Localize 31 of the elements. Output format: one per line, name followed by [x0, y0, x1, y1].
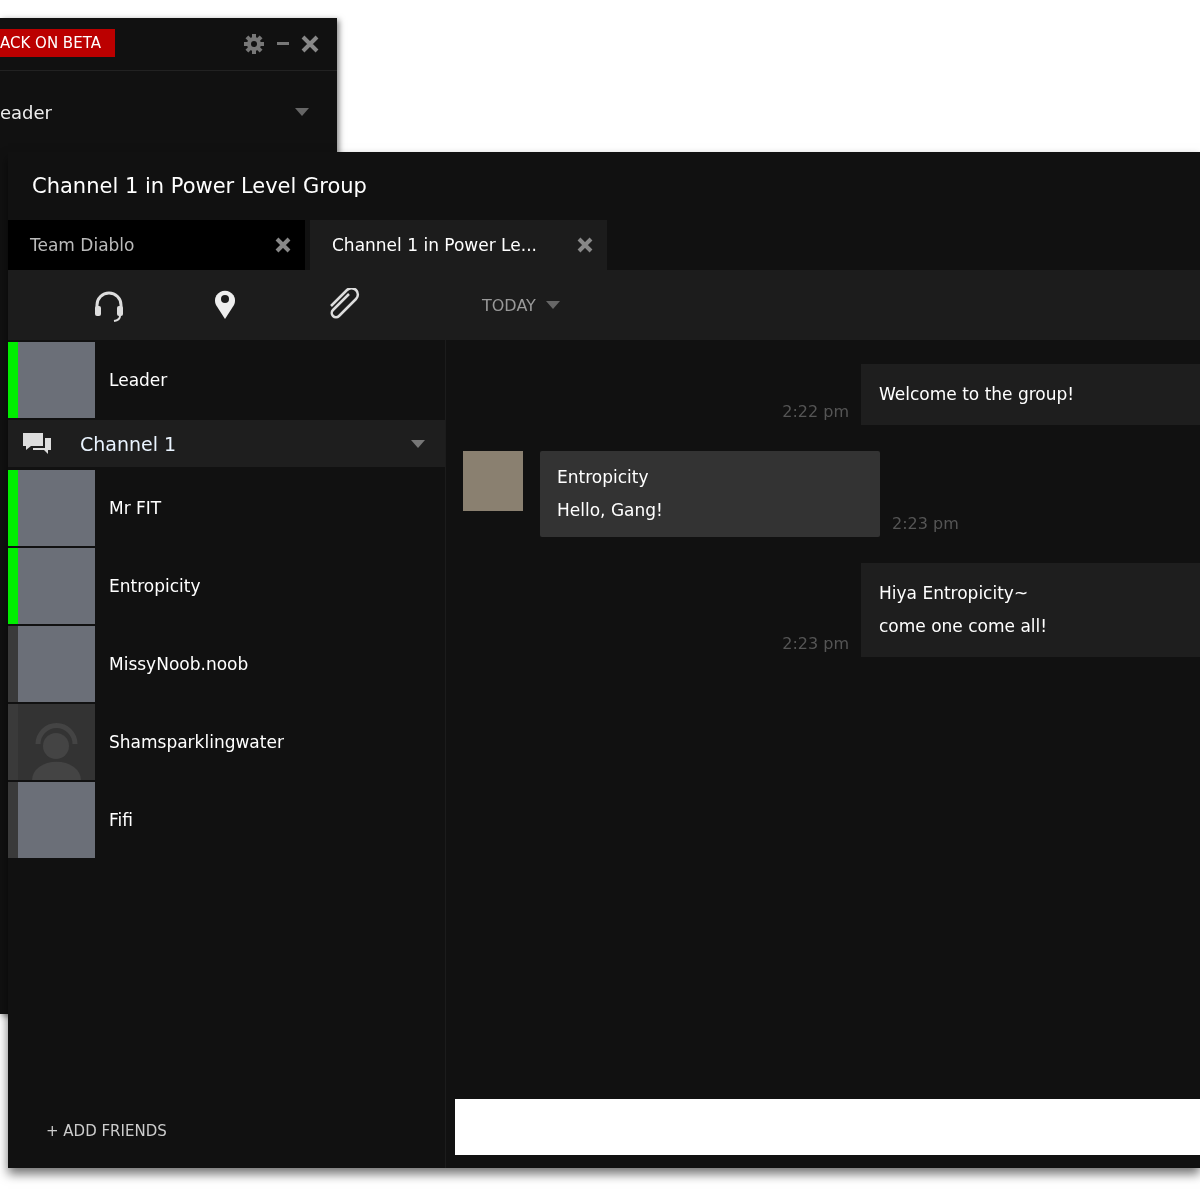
add-friends-link[interactable]: + ADD FRIENDS [46, 1122, 445, 1140]
location-pin-icon[interactable] [213, 288, 238, 320]
close-icon[interactable] [301, 35, 319, 53]
close-icon[interactable] [275, 237, 291, 253]
member-name[interactable]: Leader [109, 370, 168, 390]
caret-icon[interactable] [295, 108, 309, 116]
window-title: Channel 1 in Power Level Group [32, 174, 367, 198]
beta-badge: ACK ON BETA [0, 29, 115, 57]
chat-bubbles-icon [22, 431, 52, 456]
member-name[interactable]: Shamsparklingwater [109, 732, 284, 752]
message-time: 2:23 pm [892, 514, 959, 533]
member-name[interactable]: Mr FIT [109, 498, 162, 518]
minimize-icon[interactable] [277, 42, 289, 46]
channel-header[interactable]: Channel 1 [8, 420, 445, 467]
member-name[interactable]: MissyNoob.noob [109, 654, 249, 674]
dropdown-value[interactable]: eader [0, 101, 295, 123]
member-name[interactable]: Entropicity [109, 576, 201, 596]
close-icon[interactable] [577, 237, 593, 253]
chat-tab[interactable]: Channel 1 in Power Le... [310, 220, 607, 270]
caret-icon[interactable] [545, 301, 560, 309]
member-name[interactable]: Fifi [109, 810, 133, 830]
message-input-field[interactable] [455, 1099, 1200, 1155]
chat-tab[interactable]: Team Diablo [8, 220, 305, 270]
avatar-photo-placeholder [463, 451, 523, 511]
message-time: 2:23 pm [782, 634, 849, 653]
message-bubble: Welcome to the group! [861, 364, 1200, 425]
channel-name: Channel 1 [80, 432, 178, 455]
message-bubble: Entropicity Hello, Gang! [540, 451, 880, 537]
message-time: 2:22 pm [782, 402, 849, 421]
date-filter[interactable]: TODAY [482, 295, 560, 315]
message-bubble: Hiya Entropicity~ come one come all! [861, 563, 1200, 657]
